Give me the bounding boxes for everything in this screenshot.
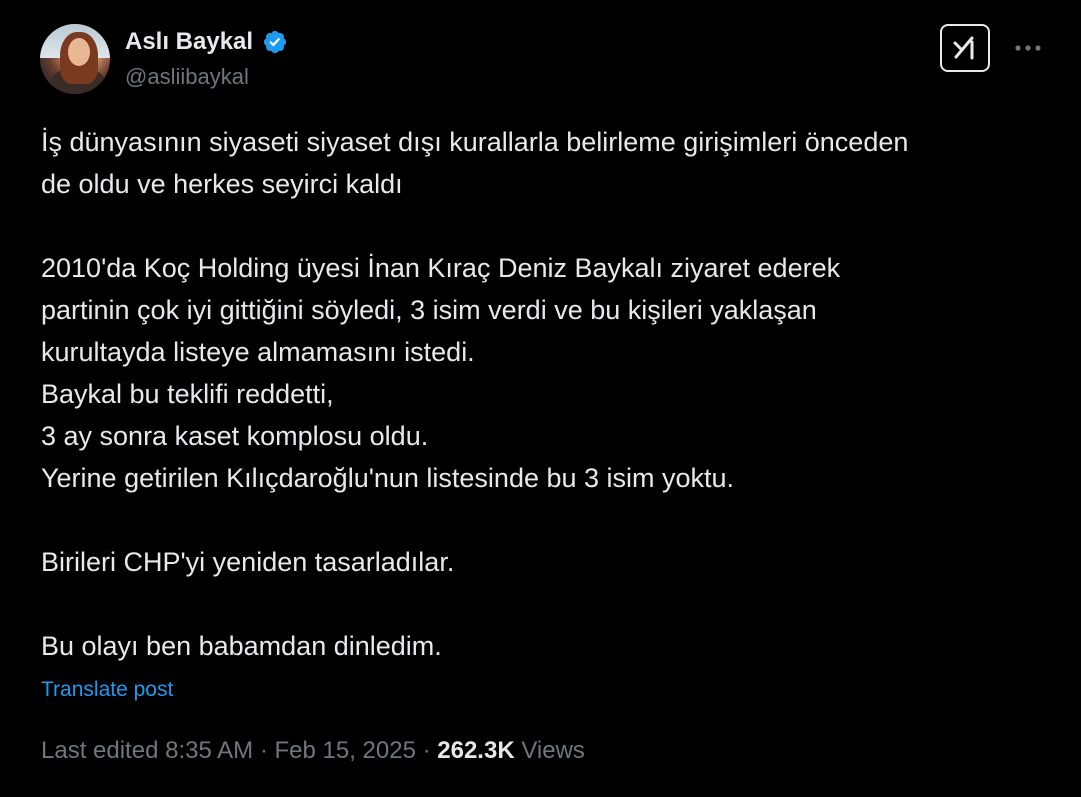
grok-button[interactable]	[940, 24, 990, 72]
more-horizontal-icon	[1015, 45, 1041, 51]
avatar[interactable]	[40, 24, 110, 94]
meta-separator: ·	[253, 737, 275, 764]
tweet-meta: Last edited 8:35 AM · Feb 15, 2025 · 262…	[41, 737, 585, 765]
grok-icon	[953, 36, 974, 60]
author-info: Aslı Baykal @asliibaykal	[125, 28, 288, 90]
translate-post-link[interactable]: Translate post	[41, 678, 173, 702]
more-options-button[interactable]	[1008, 36, 1048, 60]
edited-timestamp[interactable]: Last edited 8:35 AM	[41, 737, 253, 764]
views-label: Views	[521, 737, 585, 764]
author-display-name[interactable]: Aslı Baykal	[125, 28, 253, 56]
post-date[interactable]: Feb 15, 2025	[274, 737, 415, 764]
tweet-text: İş dünyasının siyaseti siyaset dışı kura…	[41, 127, 909, 661]
author-handle[interactable]: @asliibaykal	[125, 64, 288, 90]
views-count: 262.3K	[437, 737, 515, 764]
verified-badge-icon	[263, 30, 286, 54]
tweet-header: Aslı Baykal @asliibaykal	[40, 24, 1050, 96]
meta-separator: ·	[415, 737, 438, 764]
